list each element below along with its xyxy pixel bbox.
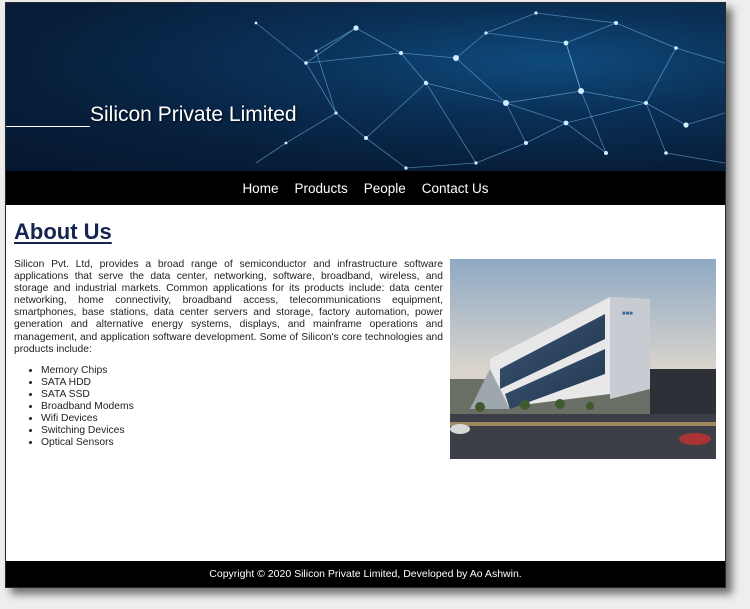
nav-home-link[interactable]: Home (234, 181, 286, 196)
nav-products-link[interactable]: Products (286, 181, 355, 196)
list-item: Broadband Modems (41, 401, 134, 413)
list-item: Optical Sensors (41, 437, 134, 449)
site-title: Silicon Private Limited (90, 103, 297, 126)
footer-copyright: Copyright © 2020 Silicon Private Limited… (209, 568, 522, 580)
nav-contact-link[interactable]: Contact Us (414, 181, 497, 196)
list-item: SATA SSD (41, 389, 134, 401)
about-paragraph: Silicon Pvt. Ltd, provides a broad range… (14, 259, 443, 355)
main-navigation: Home Products People Contact Us (6, 171, 725, 205)
list-item: Memory Chips (41, 365, 134, 377)
list-item: Switching Devices (41, 425, 134, 437)
title-rule-line (6, 126, 90, 127)
page: Silicon Private Limited Home Products Pe… (5, 2, 726, 588)
network-background-graphic (254, 11, 725, 170)
header-banner: Silicon Private Limited (6, 3, 725, 171)
page-footer: Copyright © 2020 Silicon Private Limited… (6, 561, 725, 587)
svg-text:■■■: ■■■ (622, 311, 633, 317)
list-item: Wifi Devices (41, 413, 134, 425)
office-building-image: ■■■ (450, 259, 716, 459)
about-heading: About Us (14, 219, 112, 244)
nav-people-link[interactable]: People (356, 181, 414, 196)
product-list: Memory Chips SATA HDD SATA SSD Broadband… (14, 365, 134, 449)
list-item: SATA HDD (41, 377, 134, 389)
